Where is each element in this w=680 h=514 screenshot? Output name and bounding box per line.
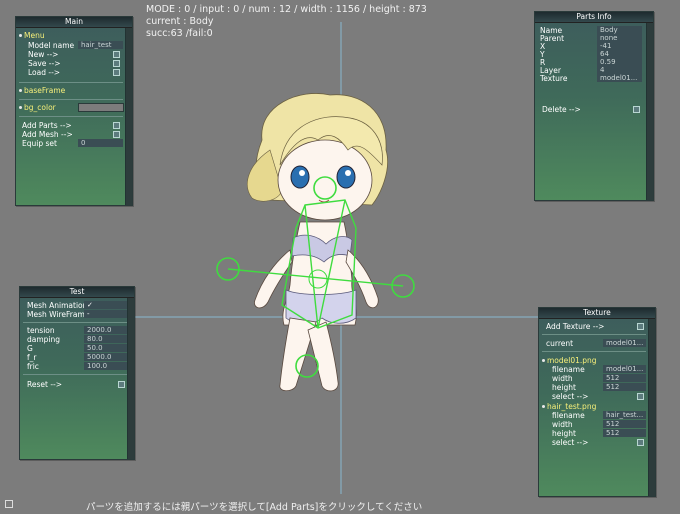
texture-width-field[interactable]: 512	[603, 374, 646, 382]
parts-field-value[interactable]: Body	[597, 26, 642, 34]
param-label: f_r	[27, 353, 37, 362]
parts-field-value[interactable]: 4	[597, 66, 642, 74]
texture-select-button[interactable]: select -->	[552, 392, 588, 401]
parts-info-panel: Parts Info Name Body Parent none X -41 Y 64 R 0.5…	[534, 11, 654, 201]
main-panel-scrollbar[interactable]	[125, 28, 132, 205]
texture-folder-icon	[542, 359, 545, 362]
reset-button-box[interactable]	[118, 381, 125, 388]
param-label: damping	[27, 335, 61, 344]
texture-filename-label: filename	[552, 365, 585, 374]
texture-width-field[interactable]: 512	[603, 420, 646, 428]
mesh-wireframe-toggle[interactable]: -	[84, 310, 127, 318]
texture-height-field[interactable]: 512	[603, 383, 646, 391]
texture-panel-scrollbar[interactable]	[648, 319, 655, 496]
mesh-animation-toggle[interactable]: ✓	[84, 301, 127, 309]
status-message: パーツを追加するには親パーツを選択して[Add Parts]をクリックしてくださ…	[86, 502, 423, 513]
divider	[19, 99, 123, 100]
add-texture-button[interactable]: Add Texture -->	[546, 322, 604, 331]
main-panel-title: Main	[16, 17, 132, 28]
load-button[interactable]: Load -->	[28, 68, 60, 77]
equip-set-label: Equip set	[22, 139, 57, 148]
texture-width-label: width	[552, 374, 573, 383]
param-field[interactable]: 50.0	[84, 344, 127, 352]
reset-button[interactable]: Reset -->	[27, 380, 62, 389]
divider	[19, 116, 123, 117]
test-panel-scrollbar[interactable]	[127, 298, 134, 459]
test-panel: Test Mesh Animation ✓ Mesh WireFrame - t…	[19, 286, 135, 460]
add-parts-button[interactable]: Add Parts -->	[22, 121, 72, 130]
menu-folder[interactable]: Menu	[24, 31, 45, 40]
mesh-wireframe-label: Mesh WireFrame	[27, 310, 90, 319]
texture-folder[interactable]: hair_test.png	[547, 402, 596, 411]
parts-field-value[interactable]: 0.59	[597, 58, 642, 66]
parts-field-value[interactable]: model01...	[597, 74, 642, 82]
divider	[542, 334, 646, 335]
param-label: G	[27, 344, 33, 353]
delete-button[interactable]: Delete -->	[542, 105, 581, 114]
texture-select-box[interactable]	[637, 439, 644, 446]
texture-filename-field[interactable]: model01...	[603, 365, 646, 373]
add-texture-button-box[interactable]	[637, 323, 644, 330]
mesh-animation-label: Mesh Animation	[27, 301, 88, 310]
texture-select-button[interactable]: select -->	[552, 438, 588, 447]
texture-panel-title: Texture	[539, 308, 655, 319]
parts-field-value[interactable]: none	[597, 34, 642, 42]
current-texture-field[interactable]: model01...	[603, 339, 646, 347]
equip-set-field[interactable]: 0	[78, 139, 123, 147]
divider	[19, 82, 123, 83]
bg-color-swatch[interactable]	[78, 103, 124, 112]
texture-folder-icon	[542, 405, 545, 408]
parts-info-title: Parts Info	[535, 12, 653, 23]
param-field[interactable]: 100.0	[84, 362, 127, 370]
divider	[23, 374, 127, 375]
base-frame-folder-icon	[19, 89, 22, 92]
texture-panel: Texture Add Texture --> current model01.…	[538, 307, 656, 497]
parts-field-value[interactable]: 64	[597, 50, 642, 58]
save-button-box[interactable]	[113, 60, 120, 67]
param-field[interactable]: 2000.0	[84, 326, 127, 334]
main-panel: Main Menu Model name hair_test New --> S…	[15, 16, 133, 206]
model-name-label: Model name	[28, 41, 75, 50]
param-field[interactable]: 5000.0	[84, 353, 127, 361]
texture-select-box[interactable]	[637, 393, 644, 400]
divider	[542, 351, 646, 352]
model-name-field[interactable]: hair_test	[78, 41, 123, 49]
add-mesh-button[interactable]: Add Mesh -->	[22, 130, 73, 139]
new-button[interactable]: New -->	[28, 50, 58, 59]
divider	[23, 322, 127, 323]
parts-info-scrollbar[interactable]	[646, 23, 653, 200]
param-label: fric	[27, 362, 39, 371]
character-model[interactable]	[247, 93, 388, 392]
texture-filename-field[interactable]: hair_test...	[603, 411, 646, 419]
bg-color-label: bg_color	[24, 103, 56, 112]
new-button-box[interactable]	[113, 51, 120, 58]
texture-folder[interactable]: model01.png	[547, 356, 597, 365]
add-parts-button-box[interactable]	[113, 122, 120, 129]
texture-height-field[interactable]: 512	[603, 429, 646, 437]
current-texture-label: current	[546, 339, 574, 348]
test-panel-title: Test	[20, 287, 134, 298]
base-frame-folder[interactable]: baseFrame	[24, 86, 65, 95]
texture-height-label: height	[552, 383, 576, 392]
texture-height-label: height	[552, 429, 576, 438]
save-button[interactable]: Save -->	[28, 59, 61, 68]
parts-field-value[interactable]: -41	[597, 42, 642, 50]
menu-folder-icon	[19, 34, 22, 37]
load-button-box[interactable]	[113, 69, 120, 76]
window-resize-icon[interactable]	[5, 500, 13, 508]
param-label: tension	[27, 326, 55, 335]
parts-field-label: Texture	[540, 74, 568, 83]
texture-filename-label: filename	[552, 411, 585, 420]
add-mesh-button-box[interactable]	[113, 131, 120, 138]
delete-button-box[interactable]	[633, 106, 640, 113]
texture-width-label: width	[552, 420, 573, 429]
bg-color-icon	[19, 106, 22, 109]
param-field[interactable]: 80.0	[84, 335, 127, 343]
